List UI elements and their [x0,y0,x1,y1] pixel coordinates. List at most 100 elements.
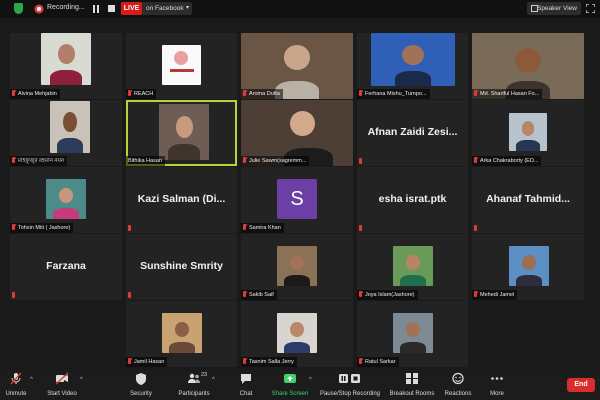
muted-mic-icon [243,291,246,297]
participant-video [509,246,549,286]
more-button[interactable]: More [484,372,510,399]
audio-options-caret-icon[interactable]: ^ [30,377,33,383]
participant-video [162,313,202,353]
participant-tile[interactable]: Sakib Saif [241,234,353,300]
participant-tile-active-speaker[interactable]: Bithika Hasan [126,100,237,166]
participant-name: Ferhana Mishu_Turnpo... [357,89,430,99]
speaker-view-button[interactable]: Speaker View [527,2,581,15]
participant-tile[interactable]: মাহফুজুর রহমান নয়ন [10,100,122,166]
participant-tile[interactable]: Farzana [10,234,122,300]
pause-stop-recording-button[interactable]: Pause/Stop Recording [317,372,383,399]
reach-logo-image [162,45,201,85]
participant-name: Tohsin Miti ( Jashore) [10,223,74,233]
participant-video [159,104,209,160]
live-badge: LIVE [121,2,142,15]
muted-mic-icon [359,225,362,231]
muted-mic-icon [243,157,246,163]
muted-mic-icon [12,157,15,163]
participant-video [50,101,90,153]
participant-tile[interactable]: esha israt.ptk [357,167,468,233]
muted-mic-icon [128,90,131,96]
participant-name-placeholder: Kazi Salman (Di... [137,193,226,205]
video-options-caret-icon[interactable]: ^ [80,377,83,383]
participant-tile[interactable]: Alvina Mehjabin [10,33,122,99]
stop-recording-icon[interactable] [108,5,115,12]
muted-mic-icon [359,90,362,96]
participant-tile[interactable]: Kazi Salman (Di... [126,167,237,233]
participants-button[interactable]: 23 Participants [176,372,212,399]
participant-name: Samira Khan [241,223,284,233]
muted-mic-icon [12,90,15,96]
participant-tile[interactable]: Ferhana Mishu_Turnpo... [357,33,468,99]
participant-name-placeholder: Ahanaf Tahmid... [486,193,570,205]
participant-tile[interactable]: Tohsin Miti ( Jashore) [10,167,122,233]
breakout-rooms-icon [406,373,418,384]
start-video-button[interactable]: Start Video [44,372,80,399]
muted-mic-icon [359,158,362,164]
participant-video [509,113,547,151]
share-options-caret-icon[interactable]: ^ [309,377,312,383]
chevron-down-icon: ▾ [185,5,189,11]
participant-name: Jamil Hasan [126,357,168,367]
avatar: S [277,179,317,219]
muted-mic-icon [243,358,246,364]
more-dots-icon [491,377,503,380]
participant-tile[interactable]: S Samira Khan [241,167,353,233]
participant-tile[interactable]: Ahanaf Tahmid... [472,167,584,233]
participant-name: REACH [126,89,157,99]
participant-name: Bithika Hasan [126,156,165,166]
participant-video [277,313,317,353]
participant-name: Joya Islam(Jashore) [357,290,418,300]
participant-tile[interactable]: Arka Chakraborty (ED... [472,100,584,166]
share-screen-icon [284,374,296,383]
security-button[interactable]: Security [126,372,156,399]
participant-tile[interactable]: Md. Shariful Hasan Fo... [472,33,584,99]
pause-stop-recording-icon [339,374,360,383]
participant-name: Julie Sawm(sagremm... [241,156,310,166]
participant-tile[interactable]: Afnan Zaidi Zesi... [357,100,468,166]
participant-tile[interactable]: REACH [126,33,237,99]
unmute-button[interactable]: Unmute [2,372,30,399]
reactions-smiley-icon [452,372,464,385]
participant-name-placeholder: Afnan Zaidi Zesi... [367,126,458,138]
participant-video [393,313,433,353]
muted-mic-icon [359,358,362,364]
participant-tile[interactable]: Sunshine Smrity [126,234,237,300]
participant-tile[interactable]: Ratul Sarkar [357,301,468,367]
participant-name: Alvina Mehjabin [10,89,60,99]
chat-button[interactable]: Chat [234,372,258,399]
participant-tile[interactable]: Tasnim Salla Jerry [241,301,353,367]
speaker-view-label: Speaker View [537,5,577,12]
live-destination-dropdown[interactable]: on Facebook ▾ [142,2,192,15]
participant-tile[interactable]: Joya Islam(Jashore) [357,234,468,300]
muted-mic-icon [12,224,15,230]
participant-name-placeholder: Sunshine Smrity [140,260,223,272]
fullscreen-icon[interactable] [586,4,595,13]
pause-recording-icon[interactable] [93,5,99,13]
muted-mic-icon [474,225,477,231]
participant-name: Aroma Dutta [241,89,283,99]
muted-mic-icon [128,292,131,298]
end-meeting-button[interactable]: End [567,378,595,392]
share-screen-button[interactable]: Share Screen [270,372,310,399]
muted-mic-icon [359,291,362,297]
participant-video [371,33,455,86]
meeting-top-bar: Recording... LIVE on Facebook ▾ Speaker … [0,0,600,18]
participant-name: Md. Shariful Hasan Fo... [472,89,543,99]
participant-name: Ratul Sarkar [357,357,399,367]
breakout-rooms-button[interactable]: Breakout Rooms [389,372,435,399]
participant-tile[interactable]: Julie Sawm(sagremm... [241,100,353,166]
participant-name-placeholder: Farzana [46,260,86,272]
shield-icon [136,373,146,385]
participants-options-caret-icon[interactable]: ^ [212,377,215,383]
participant-tile[interactable]: Jamil Hasan [126,301,237,367]
participant-video [46,179,86,219]
security-shield-icon[interactable] [14,3,23,14]
reactions-button[interactable]: Reactions [442,372,474,399]
muted-mic-icon [474,90,477,96]
participant-tile[interactable]: Aroma Dutta [241,33,353,99]
participant-tile[interactable]: Mehedi Jamel [472,234,584,300]
participant-video [277,246,317,286]
muted-mic-icon [474,291,477,297]
muted-mic-icon [128,225,131,231]
